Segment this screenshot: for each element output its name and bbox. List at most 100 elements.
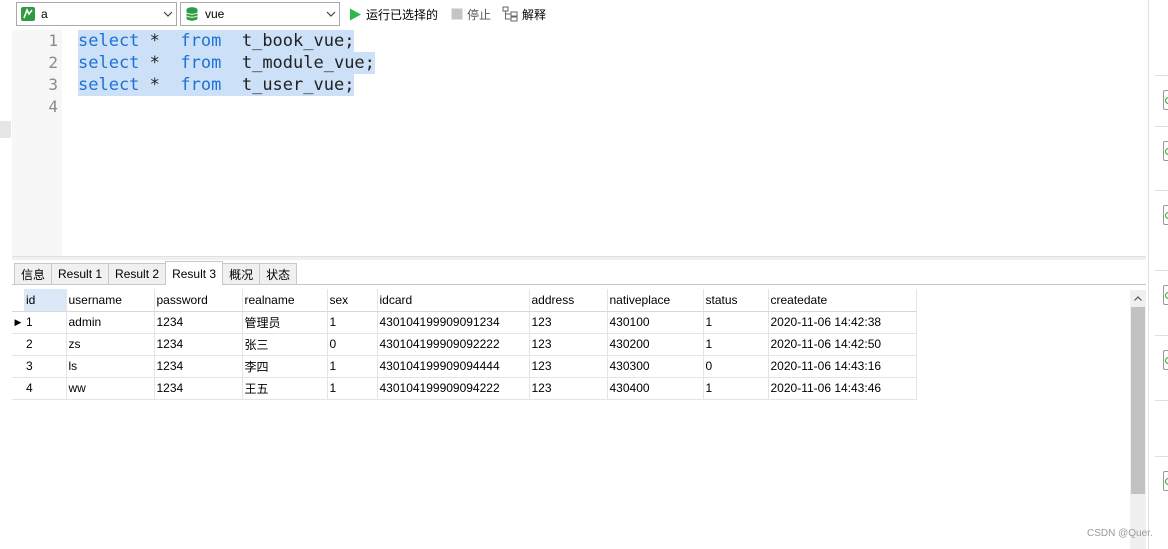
table-cell-id[interactable]: 4 [24,377,67,400]
table-cell-createdate[interactable]: 2020-11-06 14:43:46 [768,377,917,400]
row-indicator[interactable] [12,355,24,378]
table-row[interactable]: 4 ww 1234 王五 1 430104199909094222 123 430400 1 20… [12,377,917,400]
panel-entry-icon[interactable] [1163,90,1168,110]
table-cell-status[interactable]: 0 [703,355,769,378]
editor-results-splitter[interactable] [12,256,1146,260]
table-cell-password[interactable]: 1234 [154,355,243,378]
column-header-createdate[interactable]: createdate [768,289,917,312]
column-header-id[interactable]: id [24,289,67,312]
table-cell-username[interactable]: ww [66,377,155,400]
side-panel-edge [1148,0,1168,549]
table-cell-address[interactable]: 123 [529,333,608,356]
row-indicator[interactable] [12,377,24,400]
table-cell-username[interactable]: ls [66,355,155,378]
table-cell-address[interactable]: 123 [529,355,608,378]
column-header-realname[interactable]: realname [242,289,328,312]
result-grid[interactable]: id username password realname sex idcard… [12,289,1130,549]
table-cell-address[interactable]: 123 [529,377,608,400]
table-cell-nativeplace[interactable]: 430200 [607,333,704,356]
column-header-idcard[interactable]: idcard [377,289,530,312]
database-select[interactable]: vue [180,2,340,26]
table-cell-sex[interactable]: 0 [327,333,378,356]
scroll-up-arrow-icon[interactable] [1130,290,1146,306]
tab-result-1[interactable]: Result 1 [51,263,110,284]
table-cell-id[interactable]: 3 [24,355,67,378]
column-header-nativeplace[interactable]: nativeplace [607,289,704,312]
panel-divider [1155,335,1168,336]
connection-value: a [41,7,48,21]
row-indicator[interactable]: ▶ [12,311,24,334]
panel-entry-icon[interactable] [1163,141,1168,161]
panel-entry-icon[interactable] [1163,471,1168,491]
database-icon [184,6,200,22]
table-cell-username[interactable]: zs [66,333,155,356]
table-cell-nativeplace[interactable]: 430300 [607,355,704,378]
table-cell-status[interactable]: 1 [703,377,769,400]
tab-result-3[interactable]: Result 3 [165,261,224,285]
sql-table-name: t_book_vue; [241,31,355,51]
panel-entry-icon[interactable] [1163,285,1168,305]
code-line[interactable]: select * from t_module_vue; [78,52,375,74]
chevron-down-icon[interactable] [160,3,176,25]
panel-entry-icon[interactable] [1163,205,1168,225]
table-row[interactable]: ▶ 1 admin 1234 管理员 1 430104199909091234 123 4301… [12,311,917,334]
column-header-sex[interactable]: sex [327,289,378,312]
table-cell-password[interactable]: 1234 [154,333,243,356]
sql-keyword: select [78,75,140,95]
table-cell-realname[interactable]: 张三 [242,333,328,356]
table-cell-id[interactable]: 1 [24,311,67,334]
result-table: id username password realname sex idcard… [12,289,917,400]
table-cell-status[interactable]: 1 [703,333,769,356]
scrollbar-thumb[interactable] [1131,307,1145,494]
table-cell-createdate[interactable]: 2020-11-06 14:43:16 [768,355,917,378]
table-cell-createdate[interactable]: 2020-11-06 14:42:50 [768,333,917,356]
table-cell-createdate[interactable]: 2020-11-06 14:42:38 [768,311,917,334]
panel-entry-icon[interactable] [1163,350,1168,370]
table-cell-status[interactable]: 1 [703,311,769,334]
table-cell-realname[interactable]: 管理员 [242,311,328,334]
table-row[interactable]: 2 zs 1234 张三 0 430104199909092222 123 430200 1 20… [12,333,917,356]
run-selected-label: 运行已选择的 [366,7,439,22]
column-header-username[interactable]: username [66,289,155,312]
tab-status[interactable]: 状态 [259,263,298,284]
column-header-status[interactable]: status [703,289,769,312]
table-cell-address[interactable]: 123 [529,311,608,334]
tab-overview[interactable]: 概况 [222,263,261,284]
table-cell-sex[interactable]: 1 [327,311,378,334]
code-line[interactable]: select * from t_book_vue; [78,30,355,52]
table-cell-username[interactable]: admin [66,311,155,334]
table-cell-id[interactable]: 2 [24,333,67,356]
table-cell-nativeplace[interactable]: 430100 [607,311,704,334]
table-cell-idcard[interactable]: 430104199909092222 [377,333,530,356]
database-value: vue [205,7,225,21]
stop-button[interactable]: 停止 [451,4,491,24]
table-cell-password[interactable]: 1234 [154,377,243,400]
table-cell-realname[interactable]: 李四 [242,355,328,378]
explain-button[interactable]: 解释 [502,4,546,24]
table-cell-password[interactable]: 1234 [154,311,243,334]
table-cell-idcard[interactable]: 430104199909094222 [377,377,530,400]
tab-info[interactable]: 信息 [14,263,53,284]
sql-keyword: select [78,53,140,73]
table-cell-sex[interactable]: 1 [327,355,378,378]
row-indicator[interactable] [12,333,24,356]
column-header-password[interactable]: password [154,289,243,312]
tab-result-2[interactable]: Result 2 [108,263,167,284]
stop-icon [451,8,463,20]
table-cell-realname[interactable]: 王五 [242,377,328,400]
table-cell-idcard[interactable]: 430104199909094444 [377,355,530,378]
splitter-handle[interactable] [0,121,11,138]
connection-icon [20,6,36,22]
line-number: 1 [48,31,58,50]
code-line[interactable]: select * from t_user_vue; [78,74,355,96]
table-cell-nativeplace[interactable]: 430400 [607,377,704,400]
table-cell-idcard[interactable]: 430104199909091234 [377,311,530,334]
table-row[interactable]: 3 ls 1234 李四 1 430104199909094444 123 430300 0 20… [12,355,917,378]
chevron-down-icon[interactable] [323,3,339,25]
vertical-scrollbar[interactable] [1130,290,1146,549]
table-cell-sex[interactable]: 1 [327,377,378,400]
connection-select[interactable]: a [16,2,177,26]
run-selected-button[interactable]: 运行已选择的 [349,4,438,24]
column-header-address[interactable]: address [529,289,608,312]
sql-editor[interactable]: 1 2 3 4 select * from t_book_vue; select… [12,30,1146,256]
